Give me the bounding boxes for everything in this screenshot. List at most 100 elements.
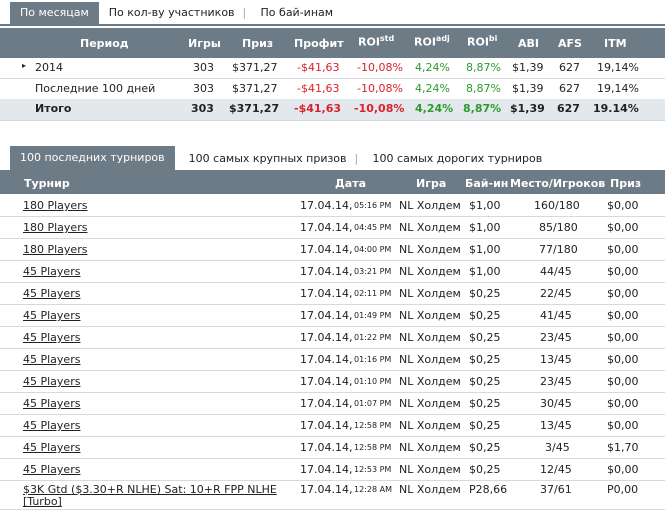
row-place: 13/45 [540,419,572,432]
col-prize[interactable]: Приз [610,177,641,190]
tournament-name-link[interactable]: 45 Players [23,353,80,366]
table-row: 45 Players 17.04.14, 01:22 PM NL Холдем $0,2… [0,327,665,349]
row-prize: P0,00 [607,483,639,496]
row-time: 05:16 PM [354,201,392,210]
col-game[interactable]: Игра [416,177,446,190]
row-prize: $0,00 [607,397,639,410]
table-row: 45 Players 17.04.14, 01:49 PM NL Холдем $0,2… [0,305,665,327]
col-profit[interactable]: Профит [294,37,344,50]
row-game: NL Холдем [399,483,461,496]
row-game: NL Холдем [399,441,461,454]
row-prize: $0,00 [607,353,639,366]
row-date: 17.04.14, [300,243,353,256]
row-date: 17.04.14, [300,331,353,344]
tournament-name-link[interactable]: 180 Players [23,221,87,234]
row-afs: 627 [559,61,580,74]
col-period[interactable]: Период [80,37,129,50]
row-buyin: $1,00 [469,265,501,278]
row-time: 04:45 PM [354,223,392,232]
row-itm: 19,14% [597,61,639,74]
tab-by-month[interactable]: По месяцам [10,2,99,24]
row-game: NL Холдем [399,243,461,256]
row-date: 17.04.14, [300,419,353,432]
row-game: NL Холдем [399,353,461,366]
row-date: 17.04.14, [300,265,353,278]
row-time: 12:58 PM [354,443,392,452]
row-time: 12:58 PM [354,421,392,430]
col-place[interactable]: Место/Игроков [510,177,605,190]
row-roi-std: -10,08% [357,61,403,74]
row-prize: $0,00 [607,265,639,278]
row-date: 17.04.14, [300,309,353,322]
table-row: 45 Players 17.04.14, 03:21 PM NL Холдем $1,0… [0,261,665,283]
tab-last-100[interactable]: 100 последних турниров [10,146,175,170]
col-date[interactable]: Дата [335,177,366,190]
summary-row-2014[interactable]: ▸ 2014 303 $371,27 -$41,63 -10,08% 4,24%… [0,58,665,79]
tournament-name-link-continued[interactable]: [Turbo] [23,495,62,508]
col-itm[interactable]: ITM [604,37,627,50]
tournament-name-link[interactable]: 45 Players [23,331,80,344]
row-prize: $371,27 [232,82,278,95]
col-roi-std[interactable]: ROIstd [358,34,394,49]
row-date: 17.04.14, [300,221,353,234]
row-time: 12:28 AM [354,485,392,494]
expand-icon[interactable]: ▸ [22,61,26,70]
row-roi-std: -10,08% [357,82,403,95]
row-game: NL Холдем [399,463,461,476]
col-roi-adj[interactable]: ROIadj [414,34,450,49]
top-tabbar: По месяцам По кол-ву участников По бай-и… [0,2,665,26]
tab-by-buyin[interactable]: По бай-инам [243,2,344,24]
tournament-name-link[interactable]: 45 Players [23,441,80,454]
tab-by-players[interactable]: По кол-ву участников [99,2,245,24]
bottom-tabbar: 100 последних турниров 100 самых крупных… [0,146,665,172]
row-buyin: $0,25 [469,419,501,432]
row-place: 30/45 [540,397,572,410]
table-row: 180 Players 17.04.14, 04:45 PM NL Холдем $1,… [0,217,665,239]
tournament-name-link[interactable]: 45 Players [23,419,80,432]
row-game: NL Холдем [399,265,461,278]
summary-row-last100: Последние 100 дней 303 $371,27 -$41,63 -… [0,79,665,100]
tab-most-expensive[interactable]: 100 самых дорогих турниров [355,148,553,170]
tournaments-header: Турнир Дата Игра Бай-ин Место/Игроков Пр… [0,172,665,194]
row-period: 2014 [35,61,63,74]
row-date: 17.04.14, [300,199,353,212]
row-place: 37/61 [540,483,572,496]
tournament-name-link[interactable]: 45 Players [23,463,80,476]
row-game: NL Холдем [399,287,461,300]
table-row: 45 Players 17.04.14, 12:53 PM NL Холдем $0,2… [0,459,665,481]
tournament-name-link[interactable]: 180 Players [23,199,87,212]
tournament-name-link[interactable]: 45 Players [23,375,80,388]
tournament-name-link[interactable]: 45 Players [23,287,80,300]
col-prize[interactable]: Приз [242,37,273,50]
tournament-name-link[interactable]: 45 Players [23,309,80,322]
row-prize: $0,00 [607,419,639,432]
row-profit: -$41,63 [297,61,340,74]
tournament-name-link[interactable]: 45 Players [23,397,80,410]
row-period: Итого [35,102,72,115]
row-buyin: $0,25 [469,441,501,454]
row-time: 04:00 PM [354,245,392,254]
row-itm: 19.14% [593,102,639,115]
row-game: NL Холдем [399,331,461,344]
tab-biggest-prizes[interactable]: 100 самых крупных призов [175,148,357,170]
row-buyin: P28,66 [469,483,508,496]
tournament-name-link[interactable]: 45 Players [23,265,80,278]
row-afs: 627 [557,102,580,115]
row-abi: $1,39 [510,102,545,115]
col-tournament[interactable]: Турнир [24,177,70,190]
col-games[interactable]: Игры [188,37,221,50]
row-place: 22/45 [540,287,572,300]
tournament-name-link[interactable]: 180 Players [23,243,87,256]
row-game: NL Холдем [399,309,461,322]
row-game: NL Холдем [399,199,461,212]
row-place: 160/180 [534,199,580,212]
col-roi-bi[interactable]: ROIbi [467,34,497,49]
row-buyin: $0,25 [469,463,501,476]
col-afs[interactable]: AFS [558,37,582,50]
row-date: 17.04.14, [300,375,353,388]
row-buyin: $1,00 [469,221,501,234]
col-abi[interactable]: ABI [518,37,539,50]
row-profit: -$41,63 [294,102,342,115]
col-buyin[interactable]: Бай-ин [465,177,508,190]
row-place: 41/45 [540,309,572,322]
